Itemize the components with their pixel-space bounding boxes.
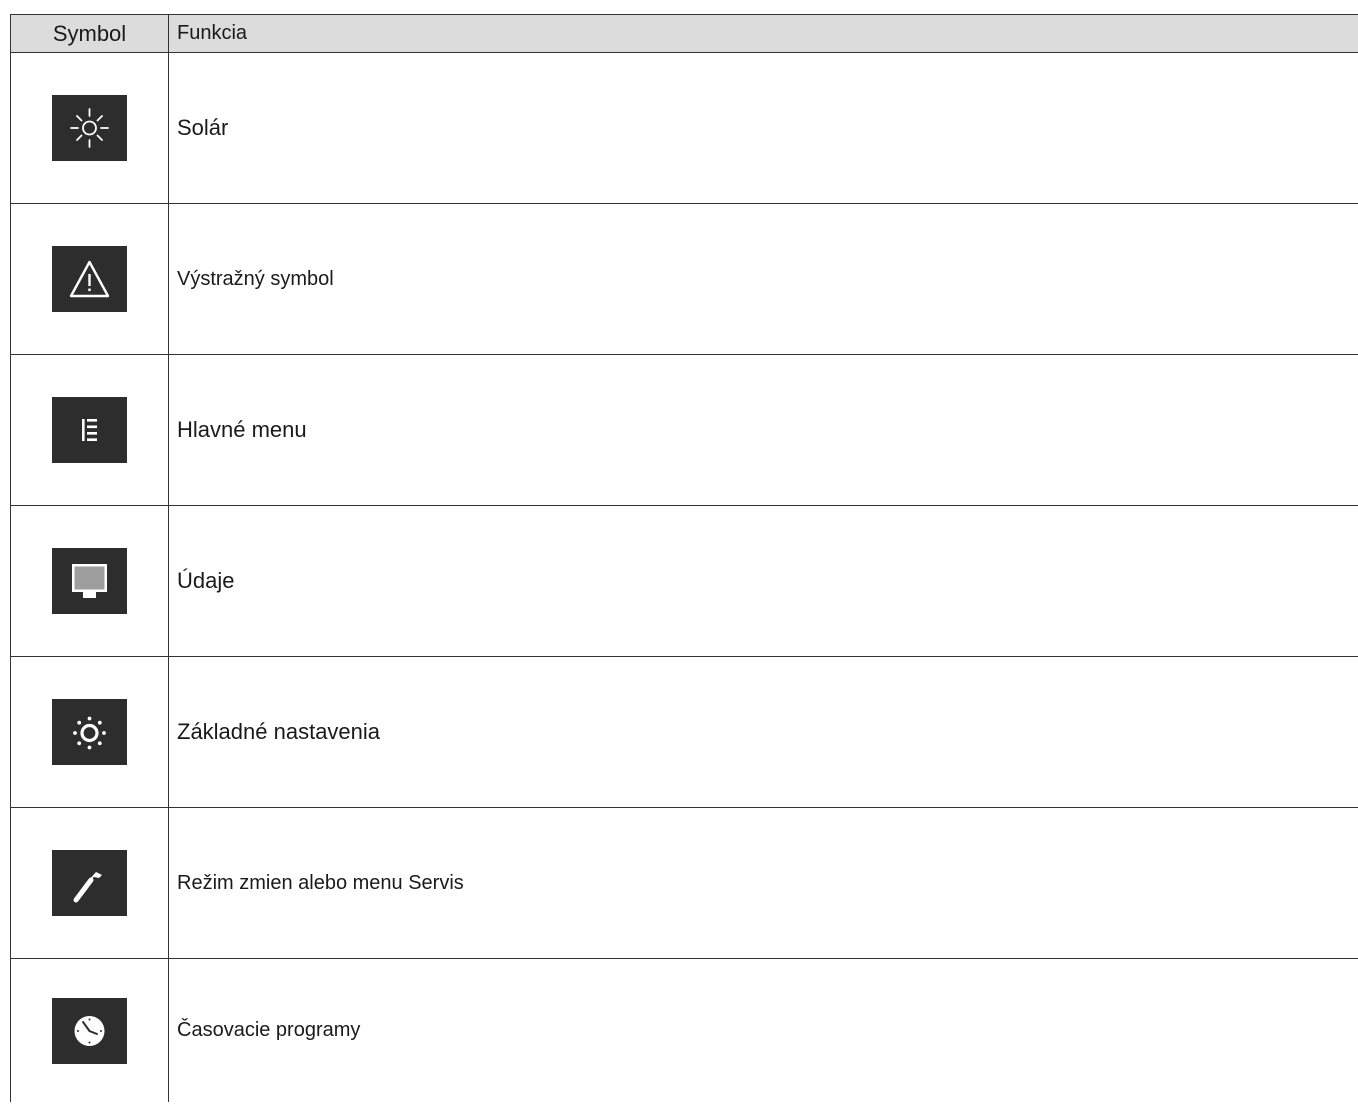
table-row: Hlavné menu [10, 354, 1358, 506]
symbol-cell [10, 354, 169, 506]
symbol-cell [10, 656, 169, 808]
wrench-icon [52, 850, 127, 916]
sun-icon [52, 95, 127, 161]
table-row: Výstražný symbol [10, 203, 1358, 355]
function-label: Časovacie programy [168, 958, 1358, 1102]
basic-settings-icon [52, 699, 127, 765]
function-label: Solár [168, 52, 1358, 204]
table-row: Režim zmien alebo menu Servis [10, 807, 1358, 959]
function-label: Údaje [168, 505, 1358, 657]
function-label: Režim zmien alebo menu Servis [168, 807, 1358, 959]
function-label: Základné nastavenia [168, 656, 1358, 808]
symbol-cell [10, 505, 169, 657]
function-label: Výstražný symbol [168, 203, 1358, 355]
warning-triangle-icon [52, 246, 127, 312]
main-menu-icon [52, 397, 127, 463]
monitor-icon [52, 548, 127, 614]
table-row: Solár [10, 52, 1358, 204]
clock-icon [52, 997, 127, 1064]
table-row: Časovacie programy [10, 958, 1358, 1102]
table-row: Údaje [10, 505, 1358, 657]
symbol-cell [10, 203, 169, 355]
symbol-cell [10, 958, 169, 1102]
table-header-row: Symbol Funkcia [10, 14, 1358, 53]
table-row: Základné nastavenia [10, 656, 1358, 808]
symbol-cell [10, 52, 169, 204]
column-header-function: Funkcia [168, 14, 1358, 53]
symbol-table: Symbol Funkcia Solár Výstražný symbol Hl… [10, 14, 1358, 1102]
symbol-cell [10, 807, 169, 959]
function-label: Hlavné menu [168, 354, 1358, 506]
column-header-symbol: Symbol [10, 14, 169, 53]
page: Symbol Funkcia Solár Výstražný symbol Hl… [0, 0, 1358, 1104]
